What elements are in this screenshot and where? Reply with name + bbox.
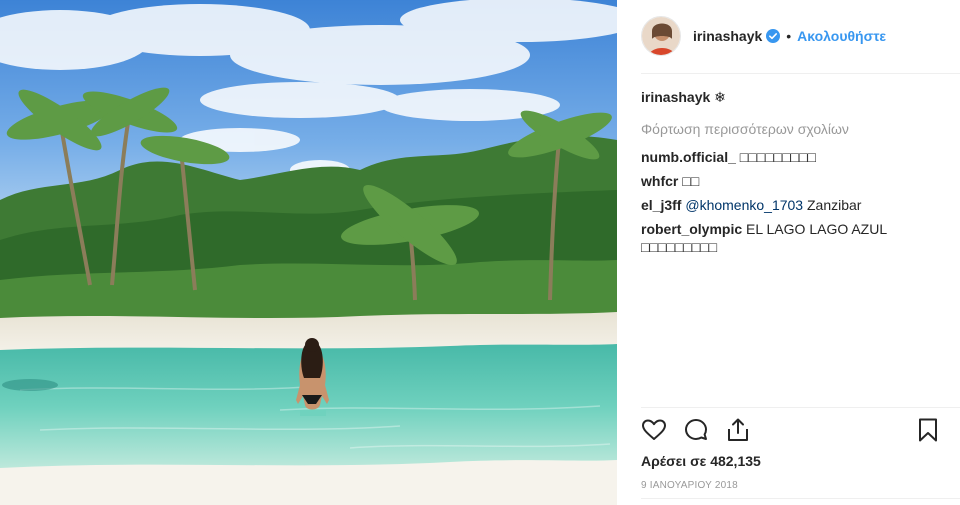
caption: irinashayk ❄ (641, 88, 941, 106)
comment-username-link[interactable]: el_j3ff (641, 197, 681, 213)
list-item: whfcr □□ (641, 172, 941, 190)
caption-text: ❄ (714, 89, 726, 105)
bookmark-icon[interactable] (915, 417, 943, 445)
header-divider (641, 73, 960, 74)
separator-dot: • (786, 28, 792, 44)
comment-icon[interactable] (683, 417, 711, 445)
post-date[interactable]: 9 ΙΑΝΟΥΑΡΙΟΥ 2018 (641, 480, 738, 491)
comment-username-link[interactable]: whfcr (641, 173, 678, 189)
post-side-panel: irinashayk • Ακολουθήστε irinashayk ❄ Φό… (617, 0, 960, 505)
verified-badge-icon (766, 29, 781, 43)
comment-text: Zanzibar (803, 197, 862, 213)
list-item: robert_olympic EL LAGO LAGO AZUL □□□□□□□… (641, 220, 941, 256)
actions-divider (641, 407, 960, 408)
post-photo[interactable] (0, 0, 617, 505)
comment-username-link[interactable]: robert_olympic (641, 221, 742, 237)
mention-link[interactable]: @khomenko_1703 (685, 197, 803, 213)
load-more-comments-button[interactable]: Φόρτωση περισσότερων σχολίων (641, 120, 941, 138)
post-header: irinashayk • Ακολουθήστε (641, 16, 886, 56)
action-bar (641, 417, 960, 445)
footer-divider (641, 498, 960, 499)
comment-text: □□ (682, 173, 700, 189)
follow-button[interactable]: Ακολουθήστε (797, 28, 886, 44)
comment-text: □□□□□□□□□ (739, 149, 816, 165)
list-item: numb.official_ □□□□□□□□□ (641, 148, 941, 166)
comment-username-link[interactable]: numb.official_ (641, 149, 736, 165)
share-icon[interactable] (725, 417, 753, 445)
list-item: el_j3ff @khomenko_1703 Zanzibar (641, 196, 941, 214)
likes-count[interactable]: Αρέσει σε 482,135 (641, 453, 761, 469)
heart-icon[interactable] (641, 417, 669, 445)
post-username-link[interactable]: irinashayk (693, 28, 762, 44)
comments-list: irinashayk ❄ Φόρτωση περισσότερων σχολίω… (641, 88, 941, 262)
caption-username-link[interactable]: irinashayk (641, 89, 710, 105)
avatar[interactable] (641, 16, 681, 56)
